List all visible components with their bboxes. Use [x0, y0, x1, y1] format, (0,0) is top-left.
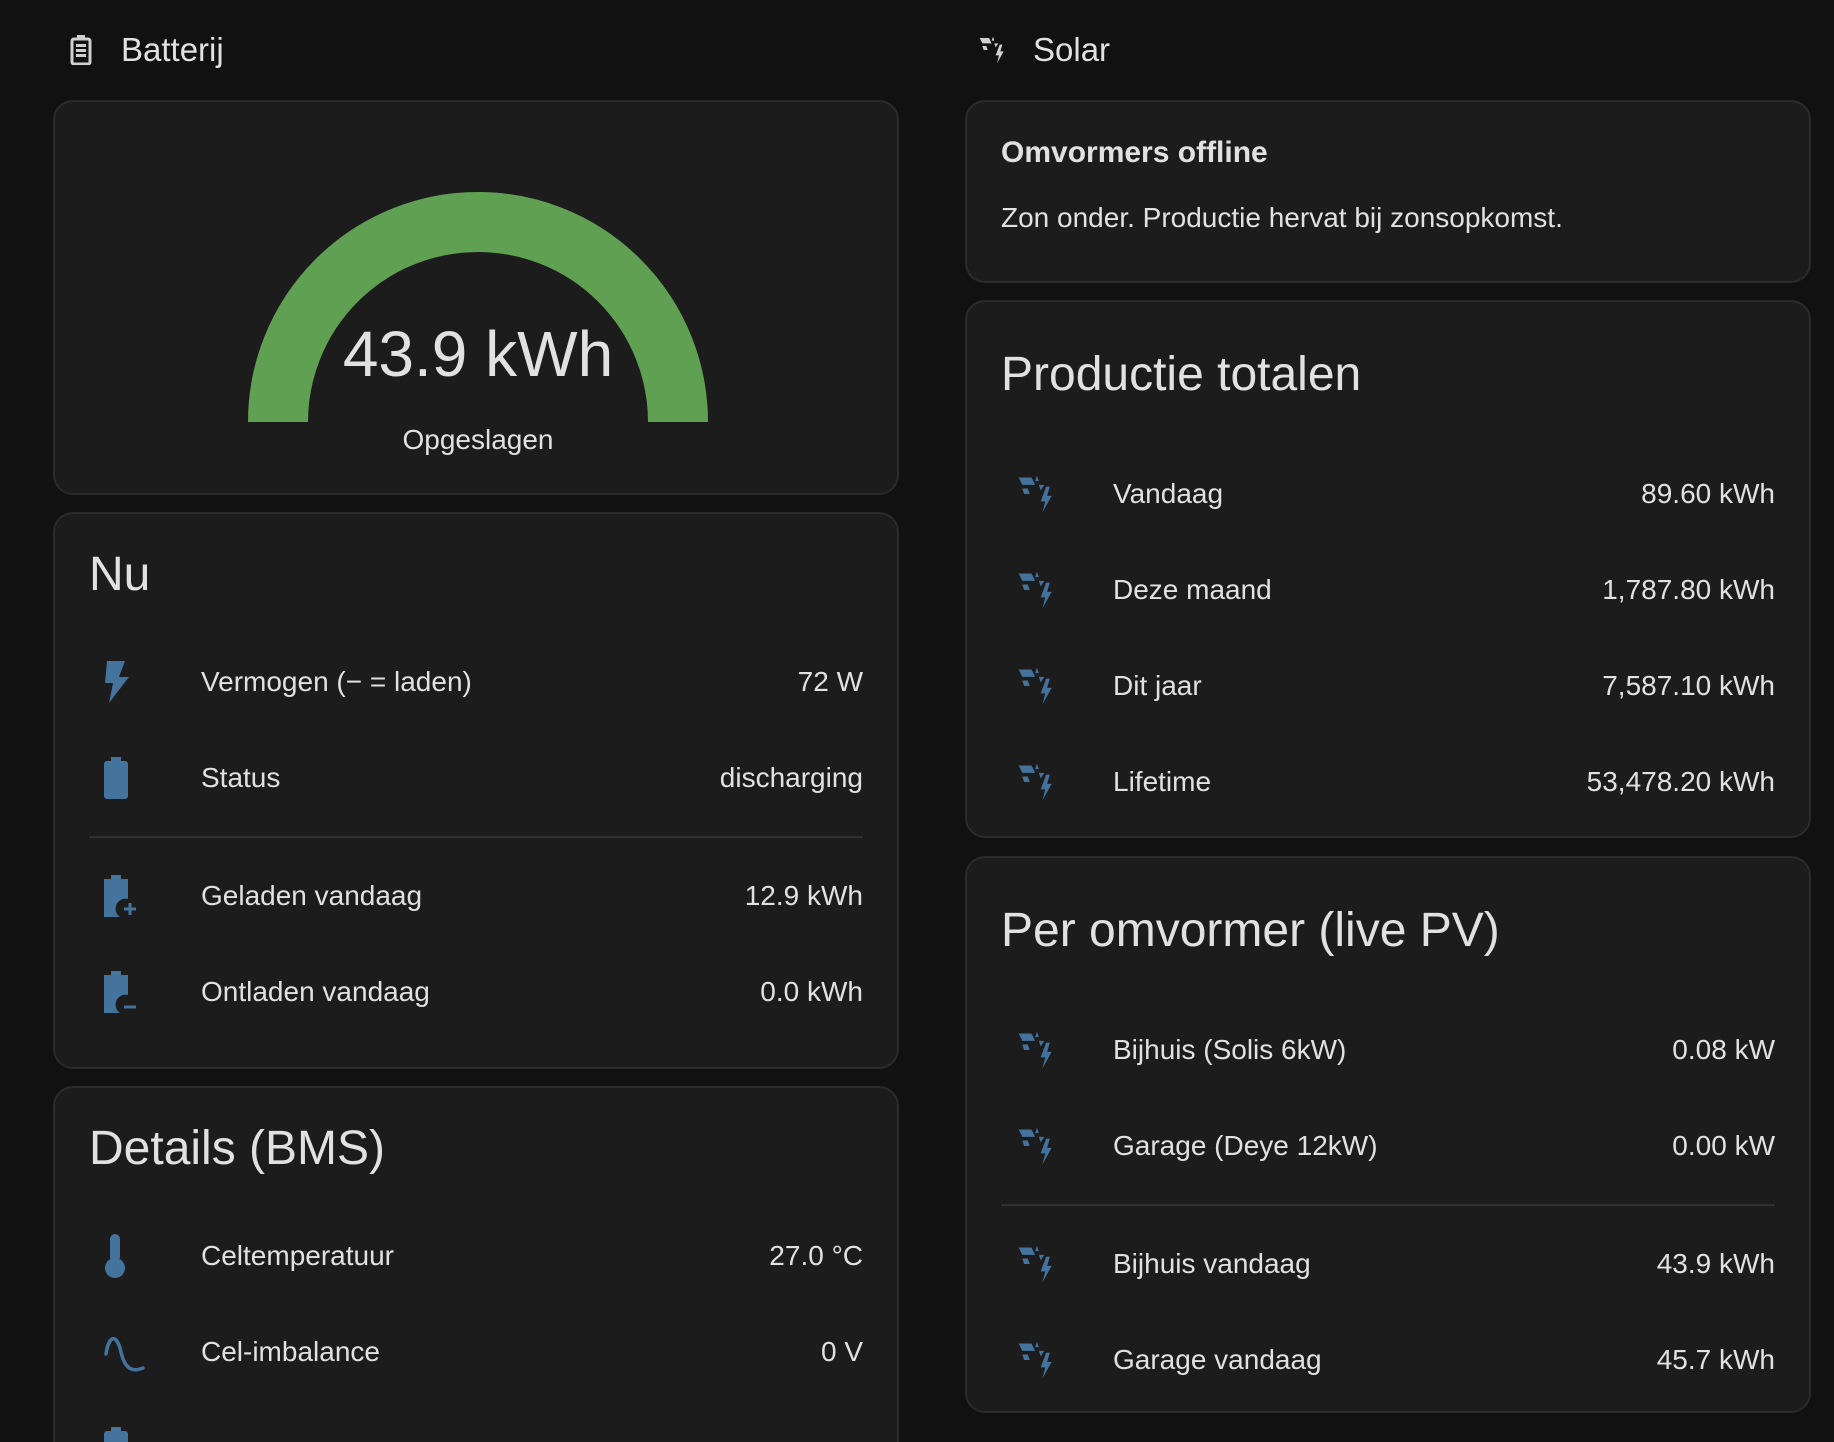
row-label: Deze maand [1113, 574, 1272, 605]
battery-plus-icon [89, 872, 201, 920]
row-value: discharging [719, 762, 863, 793]
entity-row-cell-imbalance[interactable]: Cel-imbalance 0 V [55, 1304, 897, 1400]
entity-row-this-month[interactable]: Deze maand 1,787.80 kWh [967, 542, 1809, 638]
entity-row-discharged-today[interactable]: Ontladen vandaag 0.0 kWh [55, 944, 897, 1040]
row-label: Dit jaar [1113, 670, 1202, 701]
battery-gauge-card[interactable]: 43.9 kWh Opgeslagen [53, 100, 899, 495]
gauge-value: 43.9 kWh [342, 318, 614, 390]
dashboard: Batterij 43.9 kWh Opgeslagen Nu Vermogen… [0, 0, 1834, 1442]
battery-full-icon [89, 754, 201, 802]
row-label: Lifetime [1113, 766, 1212, 797]
row-label: Ontladen vandaag [201, 976, 430, 1007]
solar-power-icon [977, 34, 1009, 66]
battery-column: Batterij 43.9 kWh Opgeslagen Nu Vermogen… [53, 0, 899, 1442]
battery-details-card: Details (BMS) Celtemperatuur 27.0 °C Cel… [53, 1086, 899, 1442]
notice-title: Omvormers offline [1001, 136, 1268, 169]
entity-row-power[interactable]: Vermogen (− = laden) 72 W [55, 634, 897, 730]
entity-row-lifetime[interactable]: Lifetime 53,478.20 kWh [967, 734, 1809, 830]
card-title: Details (BMS) [89, 1121, 386, 1175]
solar-power-icon [1001, 1336, 1113, 1384]
card-title: Per omvormer (live PV) [1001, 903, 1500, 957]
divider [89, 836, 863, 838]
entity-row-cell-temperature[interactable]: Celtemperatuur 27.0 °C [55, 1208, 897, 1304]
entity-row-bijhuis-live[interactable]: Bijhuis (Solis 6kW) 0.08 kW [967, 1002, 1809, 1098]
row-value: 1,787.80 kWh [1602, 574, 1775, 605]
solar-power-icon [1001, 662, 1113, 710]
card-title: Productie totalen [1001, 347, 1362, 401]
solar-power-icon [1001, 566, 1113, 614]
row-label: Geladen vandaag [201, 880, 423, 911]
entity-row-partial[interactable] [55, 1400, 897, 1442]
row-value: 43.9 kWh [1656, 1248, 1775, 1279]
entity-row-garage-today[interactable]: Garage vandaag 45.7 kWh [967, 1312, 1809, 1408]
row-value: 0.08 kW [1672, 1034, 1775, 1065]
battery-gauge: 43.9 kWh Opgeslagen [55, 102, 897, 493]
thermometer-icon [89, 1232, 201, 1280]
entity-row-bijhuis-today[interactable]: Bijhuis vandaag 43.9 kWh [967, 1216, 1809, 1312]
battery-now-card: Nu Vermogen (− = laden) 72 W Status disc… [53, 512, 899, 1069]
solar-power-icon [1001, 1240, 1113, 1288]
entity-row-today[interactable]: Vandaag 89.60 kWh [967, 446, 1809, 542]
row-value: 45.7 kWh [1656, 1344, 1775, 1375]
battery-partial-icon [89, 1424, 201, 1442]
solar-power-icon [1001, 1122, 1113, 1170]
notice-body: Zon onder. Productie hervat bij zonsopko… [1001, 202, 1563, 233]
card-title: Nu [89, 547, 151, 601]
row-value: 0.00 kW [1672, 1130, 1775, 1161]
battery-minus-icon [89, 968, 201, 1016]
row-label: Bijhuis vandaag [1113, 1248, 1311, 1279]
battery-section-title: Batterij [121, 31, 224, 68]
solar-column: Solar Omvormers offline Zon onder. Produ… [965, 0, 1811, 1413]
gauge-label: Opgeslagen [402, 424, 554, 455]
solar-power-icon [1001, 470, 1113, 518]
divider [1001, 1204, 1775, 1206]
sine-wave-icon [89, 1328, 201, 1376]
battery-icon [65, 34, 97, 66]
row-label: Vermogen (− = laden) [201, 666, 472, 697]
row-label: Cel-imbalance [201, 1336, 380, 1367]
entity-row-charged-today[interactable]: Geladen vandaag 12.9 kWh [55, 848, 897, 944]
solar-power-icon [1001, 1026, 1113, 1074]
row-value: 27.0 °C [769, 1240, 863, 1271]
row-label: Garage vandaag [1113, 1344, 1322, 1375]
solar-power-icon [1001, 758, 1113, 806]
entity-row-this-year[interactable]: Dit jaar 7,587.10 kWh [967, 638, 1809, 734]
row-value: 7,587.10 kWh [1602, 670, 1775, 701]
per-inverter-card: Per omvormer (live PV) Bijhuis (Solis 6k… [965, 856, 1811, 1413]
battery-section-header: Batterij [53, 0, 899, 100]
production-totals-card: Productie totalen Vandaag 89.60 kWh Deze… [965, 300, 1811, 838]
row-label: Bijhuis (Solis 6kW) [1113, 1034, 1347, 1065]
row-label: Garage (Deye 12kW) [1113, 1130, 1378, 1161]
inverters-offline-card: Omvormers offline Zon onder. Productie h… [965, 100, 1811, 283]
row-value: 0 V [820, 1336, 863, 1367]
entity-row-garage-live[interactable]: Garage (Deye 12kW) 0.00 kW [967, 1098, 1809, 1194]
row-value: 72 W [797, 666, 863, 697]
solar-section-title: Solar [1033, 31, 1111, 68]
flash-icon [89, 658, 201, 706]
solar-section-header: Solar [965, 0, 1811, 100]
row-value: 53,478.20 kWh [1586, 766, 1775, 797]
row-value: 89.60 kWh [1641, 478, 1775, 509]
row-value: 12.9 kWh [744, 880, 863, 911]
row-label: Vandaag [1113, 478, 1224, 509]
row-value: 0.0 kWh [760, 976, 863, 1007]
row-label: Celtemperatuur [201, 1240, 394, 1271]
entity-row-status[interactable]: Status discharging [55, 730, 897, 826]
row-label: Status [201, 762, 281, 793]
